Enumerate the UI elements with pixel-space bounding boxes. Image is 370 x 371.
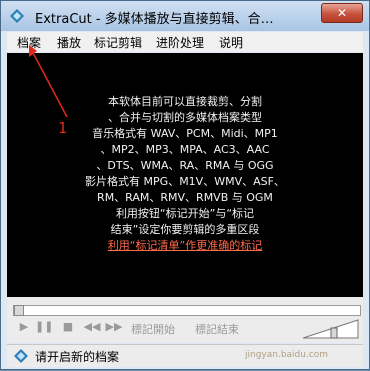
mark-end-button[interactable]: 標記結束 [195,321,239,337]
play-icon: ▶ [19,320,29,333]
pause-icon: ❚❚ [35,320,54,333]
menu-advanced[interactable]: 进阶处理 [156,34,204,51]
menu-mark-edit[interactable]: 标记剪辑 [94,34,142,51]
forward-button[interactable]: ▶▶ [105,319,123,335]
app-window: ExtraCut - 多媒体播放与直接剪辑、合… ✕ 档案 播放 标记剪辑 进阶… [0,0,370,370]
info-line: 利用按钮“标记开始”与“标记 [115,207,255,220]
progress-slider[interactable] [13,305,361,316]
menu-play[interactable]: 播放 [57,34,81,51]
menu-bar: 档案 播放 标记剪辑 进阶处理 说明 [7,32,363,52]
app-icon [14,349,28,363]
stop-icon: ■ [62,320,74,333]
play-button[interactable]: ▶ [15,319,33,335]
title-bar: ExtraCut - 多媒体播放与直接剪辑、合… ✕ [1,1,369,31]
stop-button[interactable]: ■ [59,319,77,335]
info-line: 利用“标记清单”作更准确的标记 [107,239,263,252]
pause-button[interactable]: ❚❚ [35,319,53,335]
volume-slider[interactable] [303,319,359,339]
progress-thumb[interactable] [14,305,24,316]
annotation-number: 1 [58,119,68,137]
info-line: 结束”设定你要剪辑的多重区段 [110,223,260,236]
playback-controls: ▶ ❚❚ ■ ◀◀ ▶▶ 標記開始 標記結束 [7,297,363,343]
mark-start-button[interactable]: 標記開始 [131,321,175,337]
info-line: 影片格式有 MPG、M1V、WMV、ASF、 [85,175,285,188]
info-line: 、DTS、WMA、RA、RMA 与 OGG [96,159,274,172]
app-icon [10,9,24,23]
window-title: ExtraCut - 多媒体播放与直接剪辑、合… [35,12,274,27]
status-text: 请开启新的档案 [35,350,120,364]
forward-icon: ▶▶ [105,320,123,333]
close-icon: ✕ [336,6,348,20]
info-line: 本软体目前可以直接裁剪、分割 [108,95,262,108]
rewind-icon: ◀◀ [83,320,101,333]
menu-file[interactable]: 档案 [17,34,41,51]
info-line: RM、RAM、RMV、RMVB 与 OGM [97,191,273,204]
close-button[interactable]: ✕ [321,3,363,23]
rewind-button[interactable]: ◀◀ [83,319,101,335]
media-display: 本软体目前可以直接裁剪、分割 、合并与切割的多媒体档案类型 音乐格式有 WAV、… [7,53,363,297]
watermark: jingyan.baidu.com [245,350,329,360]
menu-help[interactable]: 说明 [219,34,243,51]
info-line: 、MP2、MP3、MPA、AC3、AAC [100,143,270,156]
